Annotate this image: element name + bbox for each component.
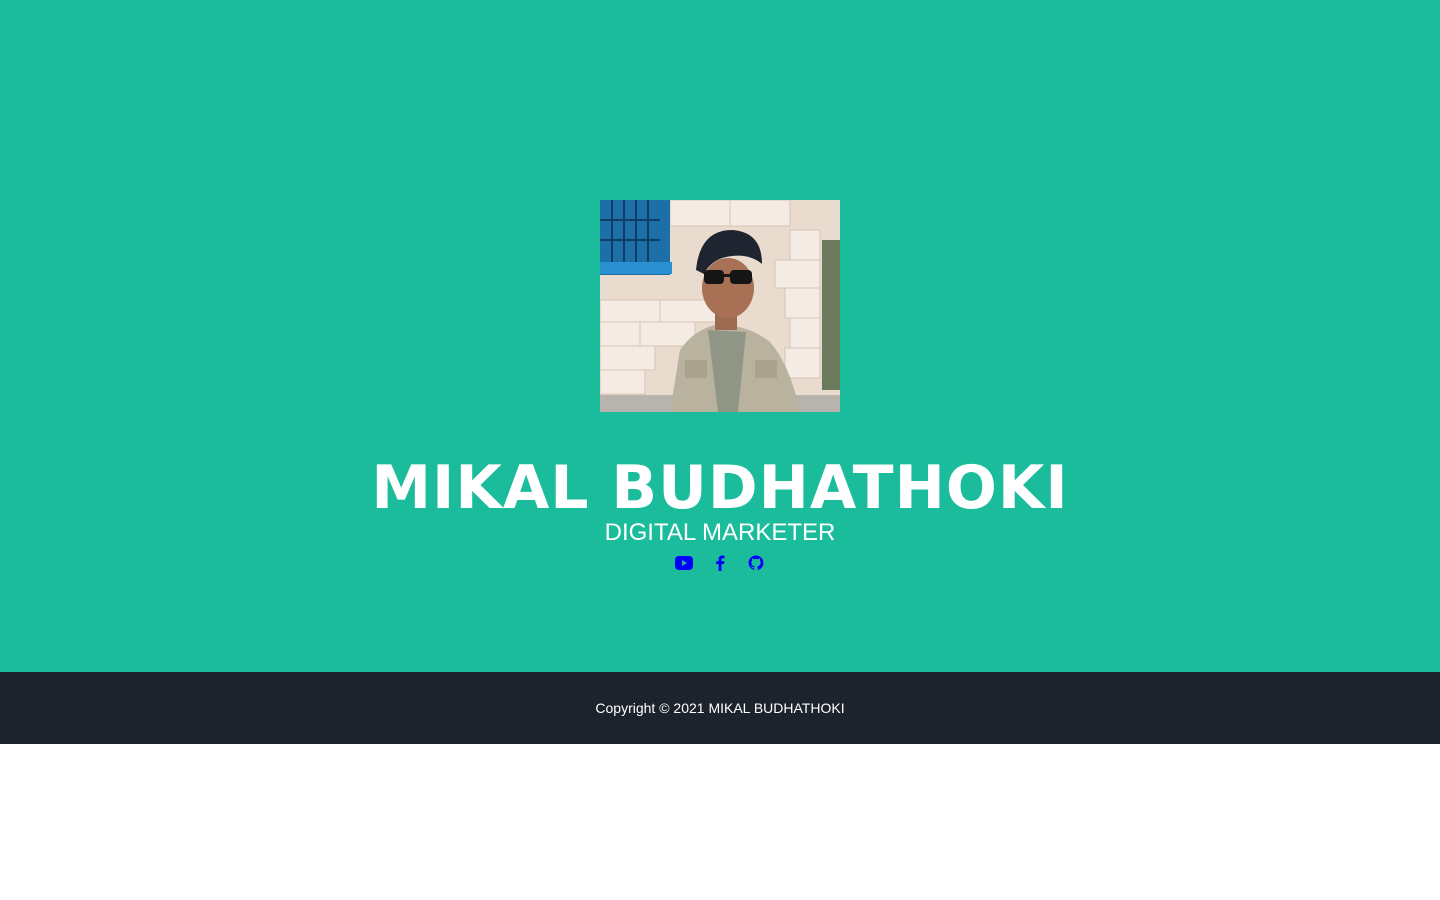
- social-links: [0, 554, 1440, 574]
- youtube-link[interactable]: [675, 554, 693, 572]
- youtube-icon: [675, 556, 693, 570]
- facebook-icon: [716, 555, 725, 571]
- facebook-link[interactable]: [711, 554, 729, 572]
- hero-section: MIKAL BUDHATHOKI DIGITAL MARKETER: [0, 0, 1440, 672]
- github-link[interactable]: [747, 554, 765, 572]
- profile-role: DIGITAL MARKETER: [604, 519, 836, 546]
- github-icon: [748, 555, 764, 570]
- footer: Copyright © 2021 MIKAL BUDHATHOKI: [0, 672, 1440, 744]
- copyright-text: Copyright © 2021 MIKAL BUDHATHOKI: [595, 700, 845, 716]
- profile-photo: [600, 200, 840, 412]
- profile-name: MIKAL BUDHATHOKI: [371, 453, 1069, 523]
